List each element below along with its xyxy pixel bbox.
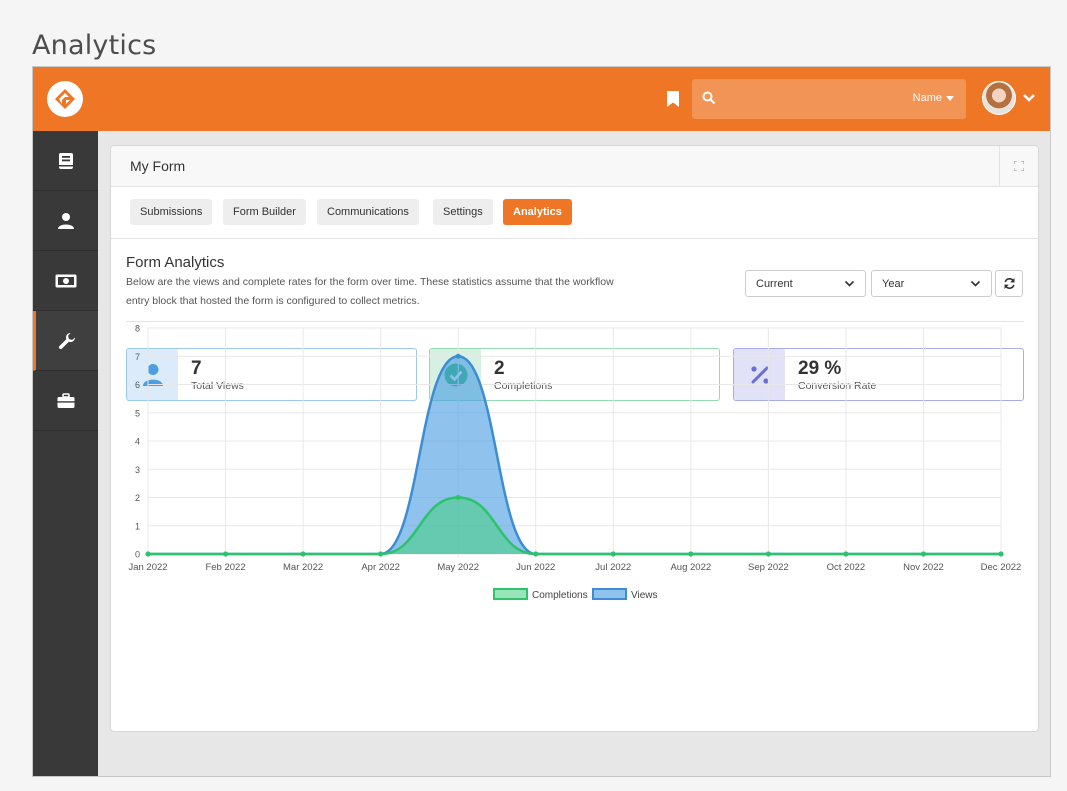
avatar[interactable]: [982, 81, 1016, 115]
form-panel: My Form Submissions Form Builder Communi…: [110, 145, 1039, 732]
point-completions: [300, 551, 306, 557]
sidebar: [33, 131, 98, 776]
y-tick-label: 8: [135, 324, 140, 334]
sidebar-item-tools[interactable]: [33, 311, 98, 371]
x-tick-label: Mar 2022: [283, 562, 323, 573]
analytics-chart: 0 1 2 3 4 5 6 7 8 Jan 2022 Feb 2022 Mar 2022 Apr 202…: [128, 324, 1022, 602]
y-tick-label: 0: [135, 550, 140, 560]
caret-down-icon: [946, 95, 954, 101]
briefcase-icon: [57, 392, 74, 408]
area-views: [148, 356, 1001, 554]
sidebar-item-finance[interactable]: [33, 251, 98, 311]
x-tick-label: Nov 2022: [903, 562, 944, 573]
point-completions: [378, 551, 384, 557]
panel-title: My Form: [130, 158, 186, 174]
search-input[interactable]: [724, 79, 898, 121]
point-completions: [610, 551, 616, 557]
legend-swatch-views: [592, 588, 627, 600]
x-tick-label: Dec 2022: [981, 562, 1022, 573]
sidebar-item-book[interactable]: [33, 131, 98, 191]
tab-communications[interactable]: Communications: [317, 199, 419, 225]
point-completions: [688, 551, 694, 557]
x-tick-label: Feb 2022: [205, 562, 245, 573]
legend-label-completions: Completions: [532, 590, 588, 601]
y-tick-label: 4: [135, 437, 140, 447]
period-select-value: Current: [756, 278, 793, 290]
point-views: [455, 353, 461, 359]
period-select[interactable]: Current: [745, 270, 866, 297]
point-completions: [920, 551, 926, 557]
section-description: Below are the views and complete rates f…: [126, 276, 614, 307]
point-completions: [843, 551, 849, 557]
y-tick-label: 5: [135, 408, 140, 418]
chevron-down-icon[interactable]: [1022, 91, 1036, 105]
refresh-icon: [1003, 278, 1015, 289]
app-window: Name My Form Submissions Form Builder Co…: [32, 66, 1051, 777]
y-tick-label: 7: [135, 352, 140, 362]
x-tick-label: Jan 2022: [128, 562, 167, 573]
point-completions: [455, 495, 461, 500]
x-tick-label: Jun 2022: [516, 562, 555, 573]
tab-form-builder[interactable]: Form Builder: [223, 199, 306, 225]
page-title: Analytics: [32, 30, 157, 61]
point-completions: [998, 551, 1004, 557]
person-icon: [57, 212, 74, 229]
tab-settings[interactable]: Settings: [433, 199, 493, 225]
point-completions: [533, 551, 539, 557]
x-tick-label: Jul 2022: [595, 562, 631, 573]
tab-analytics[interactable]: Analytics: [503, 199, 572, 225]
sidebar-item-admin[interactable]: [33, 371, 98, 431]
point-completions: [765, 551, 771, 557]
tabs-bar: Submissions Form Builder Communications …: [111, 186, 1038, 239]
point-completions: [145, 551, 151, 557]
section-title: Form Analytics: [126, 254, 225, 271]
refresh-button[interactable]: [995, 270, 1023, 297]
x-tick-label: Sep 2022: [748, 562, 789, 573]
search-type-label: Name: [912, 92, 942, 104]
search-type-dropdown[interactable]: Name: [913, 92, 954, 104]
y-tick-label: 2: [135, 493, 140, 503]
tab-submissions[interactable]: Submissions: [130, 199, 213, 225]
book-icon: [58, 152, 73, 169]
rock-logo-icon[interactable]: [47, 81, 83, 117]
search-icon: [702, 91, 716, 105]
y-tick-label: 6: [135, 380, 140, 390]
legend-swatch-completions: [493, 588, 528, 600]
money-icon: [55, 274, 76, 287]
x-tick-label: Apr 2022: [361, 562, 400, 573]
point-completions: [223, 551, 229, 557]
chevron-down-icon: [844, 280, 855, 287]
range-select-value: Year: [882, 278, 905, 290]
legend-label-views: Views: [631, 590, 658, 601]
range-select[interactable]: Year: [871, 270, 992, 297]
chevron-down-icon: [970, 280, 981, 287]
y-tick-label: 1: [135, 521, 140, 531]
top-bar: Name: [33, 67, 1050, 131]
fullscreen-button[interactable]: [999, 146, 1038, 186]
bookmark-icon[interactable]: [667, 91, 679, 107]
sidebar-item-people[interactable]: [33, 191, 98, 251]
x-tick-label: May 2022: [437, 562, 479, 573]
x-tick-label: Aug 2022: [670, 562, 711, 573]
y-tick-label: 3: [135, 465, 140, 475]
wrench-icon: [58, 332, 76, 349]
expand-icon: [1014, 161, 1024, 171]
search-box[interactable]: Name: [692, 79, 966, 121]
line-views: [148, 354, 1001, 556]
x-tick-label: Oct 2022: [827, 562, 866, 573]
panel-header: My Form: [111, 146, 1038, 187]
